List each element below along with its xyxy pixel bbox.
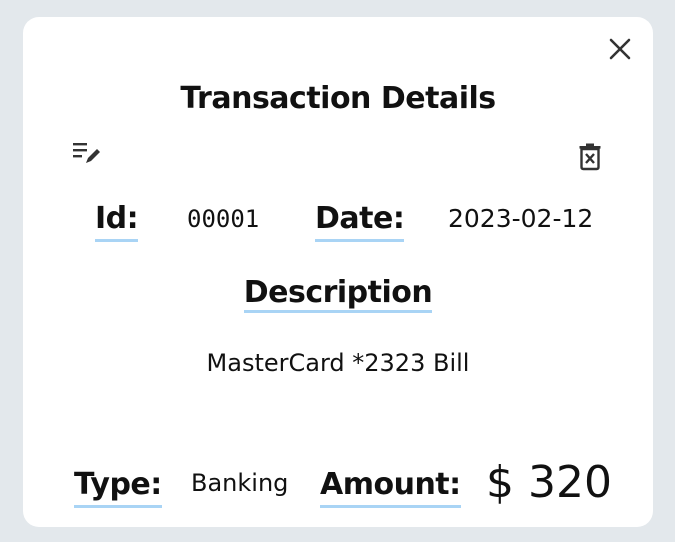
trash-icon[interactable]	[575, 141, 605, 171]
type-label: Type:	[74, 465, 162, 508]
date-value: 2023-02-12	[448, 204, 594, 233]
edit-list-icon[interactable]	[71, 139, 105, 167]
amount-label: Amount:	[320, 465, 461, 508]
amount-value: $ 320	[486, 457, 612, 508]
description-label: Description	[243, 275, 433, 313]
description-value: MasterCard *2323 Bill	[206, 349, 470, 377]
id-value: 00001	[187, 205, 260, 233]
transaction-details-dialog: Transaction Details Id: 00001 Date: 2023…	[23, 17, 653, 527]
id-label: Id:	[95, 199, 139, 242]
close-icon[interactable]	[606, 35, 634, 63]
dialog-title: Transaction Details	[180, 81, 496, 116]
type-value: Banking	[191, 469, 289, 497]
description-label-container: Description	[23, 273, 653, 313]
date-label: Date:	[315, 199, 405, 242]
